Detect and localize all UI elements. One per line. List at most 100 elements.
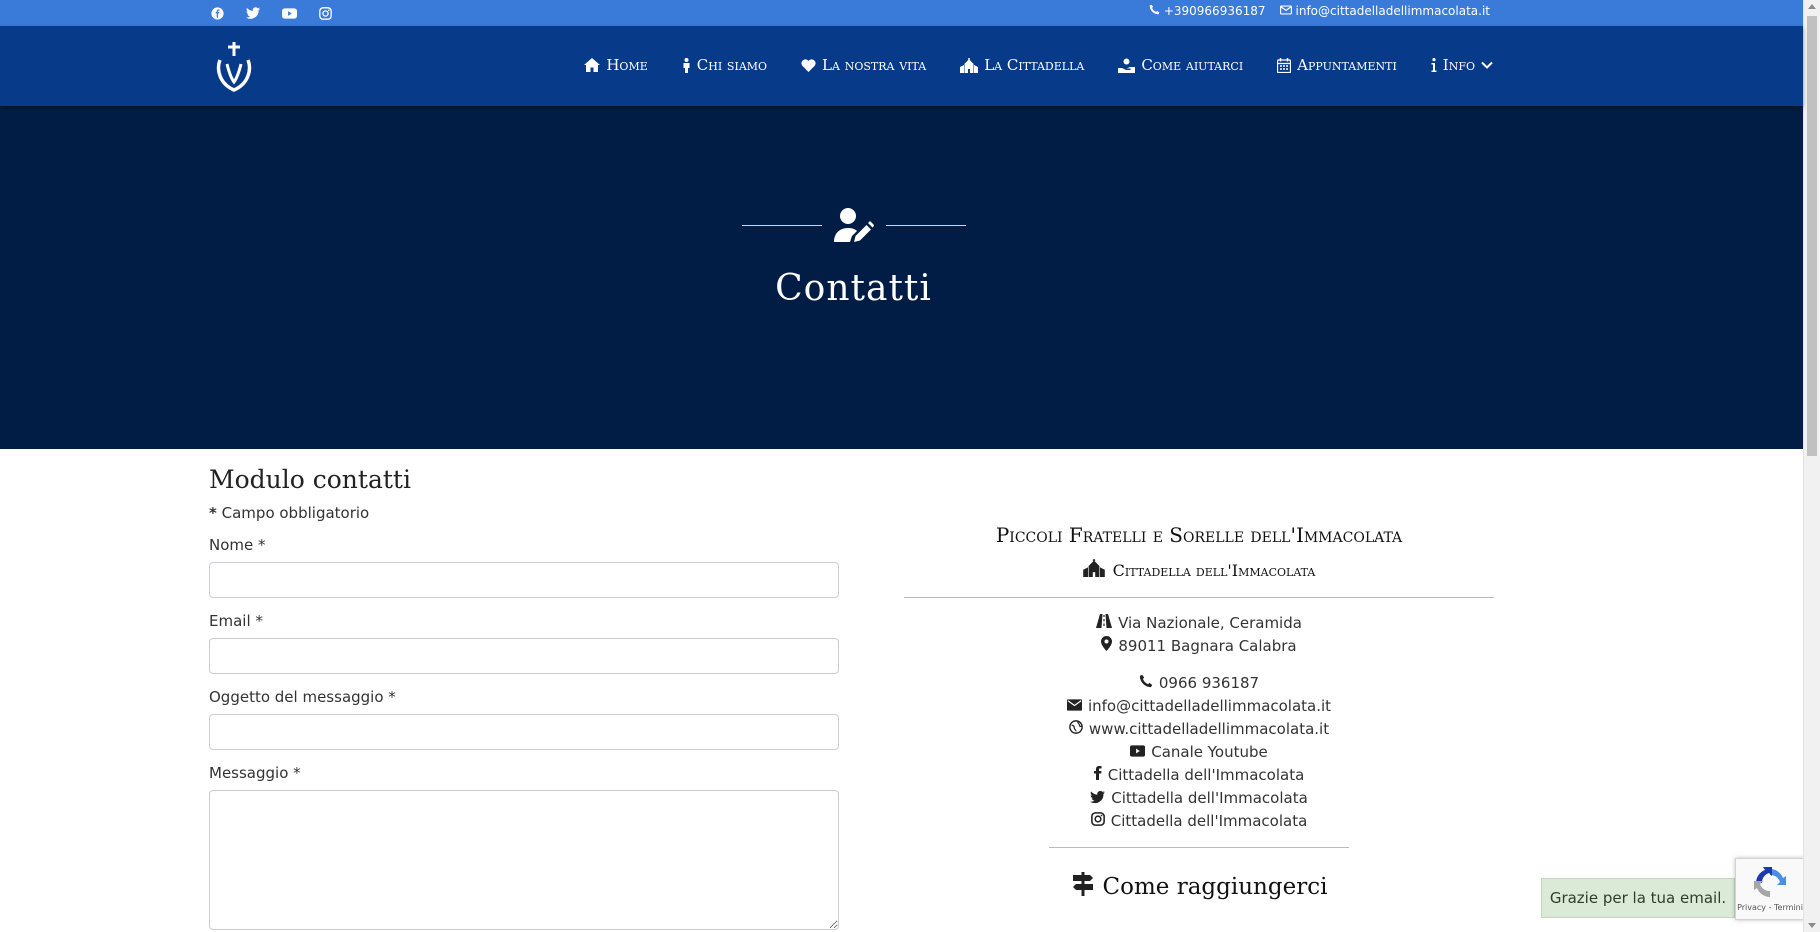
facebook-icon	[1093, 764, 1102, 787]
nav-label-chi-siamo: Chi siamo	[696, 56, 768, 74]
social-links	[208, 4, 334, 22]
reach-heading-text: Come raggiungerci	[1102, 874, 1328, 900]
address-line-1-text: Via Nazionale, Ceramida	[1118, 614, 1302, 632]
person-icon	[682, 57, 691, 73]
required-note: * Campo obbligatorio	[209, 504, 839, 522]
form-title: Modulo contatti	[209, 465, 411, 494]
name-label: Nome *	[209, 536, 266, 554]
instagram-icon	[1090, 810, 1105, 833]
chevron-down-icon	[1481, 61, 1493, 69]
org-name: Piccoli Fratelli e Sorelle dell'Immacola…	[995, 523, 1403, 547]
nav-item-come-aiutarci[interactable]: Come aiutarci	[1118, 56, 1243, 74]
recaptcha-badge[interactable]: Privacy - Termini	[1735, 858, 1805, 920]
hero-divider-left	[742, 225, 822, 226]
nav-label-la-nostra-vita: La nostra vita	[822, 56, 927, 74]
nav-label-appuntamenti: Appuntamenti	[1297, 56, 1397, 74]
main-navbar: Home Chi siamo La nostra vita La Cittade…	[0, 26, 1803, 106]
website-text: www.cittadelladellimmacolata.it	[1088, 720, 1330, 738]
hand-holding-icon	[1118, 58, 1136, 73]
name-field[interactable]	[209, 562, 839, 598]
hero-divider-right	[886, 225, 966, 226]
required-mark: *	[209, 504, 217, 522]
reach-heading: Come raggiungerci	[904, 872, 1494, 902]
nav-label-come-aiutarci: Come aiutarci	[1141, 56, 1244, 74]
map-marker-icon	[1101, 635, 1113, 658]
site-logo[interactable]	[210, 38, 258, 94]
globe-icon	[1069, 718, 1083, 741]
twitter-icon	[1090, 787, 1106, 810]
instagram-text: Cittadella dell'Immacolata	[1110, 812, 1308, 830]
org-subtitle: Cittadella dell'Immacolata	[904, 559, 1494, 581]
signpost-icon	[1071, 872, 1095, 902]
email-label: Email *	[209, 612, 263, 630]
scroll-up-arrow-icon[interactable]	[1808, 4, 1816, 9]
nav-item-la-cittadella[interactable]: La Cittadella	[960, 56, 1084, 74]
address-line-2: 89011 Bagnara Calabra	[904, 635, 1494, 658]
top-email-link[interactable]: info@cittadelladellimmacolata.it	[1279, 4, 1491, 18]
main-nav: Home Chi siamo La nostra vita La Cittade…	[584, 56, 1493, 74]
success-toast: Grazie per la tua email.	[1541, 878, 1735, 918]
address-line-2-text: 89011 Bagnara Calabra	[1118, 637, 1297, 655]
website-link[interactable]: www.cittadelladellimmacolata.it	[904, 718, 1494, 741]
nav-item-la-nostra-vita[interactable]: La nostra vita	[801, 56, 926, 74]
email-text: info@cittadelladellimmacolata.it	[1087, 697, 1332, 715]
church-icon	[1082, 559, 1105, 581]
top-phone-link[interactable]: +390966936187	[1149, 4, 1266, 18]
calendar-icon	[1277, 57, 1292, 73]
email-link[interactable]: info@cittadelladellimmacolata.it	[904, 695, 1494, 718]
address-line-1: Via Nazionale, Ceramida	[904, 612, 1494, 635]
nav-item-chi-siamo[interactable]: Chi siamo	[682, 56, 767, 74]
scroll-down-arrow-icon[interactable]	[1808, 923, 1816, 928]
message-field[interactable]	[209, 790, 839, 930]
top-email-text: info@cittadelladellimmacolata.it	[1295, 4, 1491, 18]
nav-item-info[interactable]: Info	[1431, 56, 1493, 74]
twitter-text: Cittadella dell'Immacolata	[1111, 789, 1308, 807]
facebook-text: Cittadella dell'Immacolata	[1107, 766, 1305, 784]
contact-info: Piccoli Fratelli e Sorelle dell'Immacola…	[904, 523, 1494, 902]
top-bar: +390966936187 info@cittadelladellimmacol…	[0, 0, 1803, 26]
youtube-icon	[1130, 741, 1146, 764]
contact-form: Modulo contatti * Campo obbligatorio Nom…	[209, 465, 839, 930]
twitter-icon[interactable]	[244, 4, 262, 22]
twitter-link[interactable]: Cittadella dell'Immacolata	[904, 787, 1494, 810]
email-field[interactable]	[209, 638, 839, 674]
phone-link[interactable]: 0966 936187	[904, 672, 1494, 695]
nav-label-la-cittadella: La Cittadella	[984, 56, 1085, 74]
facebook-icon[interactable]	[208, 4, 226, 22]
top-phone-text: +390966936187	[1163, 4, 1266, 18]
youtube-text: Canale Youtube	[1151, 743, 1268, 761]
road-icon	[1096, 612, 1113, 635]
home-icon	[584, 58, 601, 72]
nav-item-home[interactable]: Home	[584, 56, 648, 74]
recaptcha-icon	[1752, 865, 1788, 901]
page-scrollbar[interactable]	[1803, 0, 1820, 932]
subject-field[interactable]	[209, 714, 839, 750]
page-hero: Contatti	[0, 106, 1803, 449]
page-title: Contatti	[775, 268, 932, 309]
envelope-icon	[1066, 695, 1082, 718]
phone-icon	[1139, 672, 1153, 695]
instagram-icon[interactable]	[316, 4, 334, 22]
envelope-icon	[1279, 4, 1292, 18]
user-edit-icon	[834, 208, 875, 244]
divider	[1049, 847, 1349, 848]
scrollbar-thumb[interactable]	[1807, 16, 1817, 456]
youtube-icon[interactable]	[280, 4, 298, 22]
required-note-text: Campo obbligatorio	[221, 504, 370, 522]
instagram-link[interactable]: Cittadella dell'Immacolata	[904, 810, 1494, 833]
nav-item-appuntamenti[interactable]: Appuntamenti	[1277, 56, 1397, 74]
recaptcha-links[interactable]: Privacy - Termini	[1736, 903, 1804, 912]
top-contact: +390966936187 info@cittadelladellimmacol…	[1149, 4, 1490, 18]
heart-icon	[801, 58, 816, 72]
org-subtitle-text: Cittadella dell'Immacolata	[1112, 560, 1316, 580]
info-icon	[1431, 58, 1437, 72]
message-label: Messaggio *	[209, 764, 301, 782]
church-icon	[960, 57, 979, 73]
phone-text: 0966 936187	[1158, 674, 1260, 692]
nav-label-home: Home	[606, 56, 648, 74]
subject-label: Oggetto del messaggio *	[209, 688, 396, 706]
facebook-link[interactable]: Cittadella dell'Immacolata	[904, 764, 1494, 787]
youtube-link[interactable]: Canale Youtube	[904, 741, 1494, 764]
nav-label-info: Info	[1442, 56, 1475, 74]
phone-icon	[1149, 4, 1160, 18]
